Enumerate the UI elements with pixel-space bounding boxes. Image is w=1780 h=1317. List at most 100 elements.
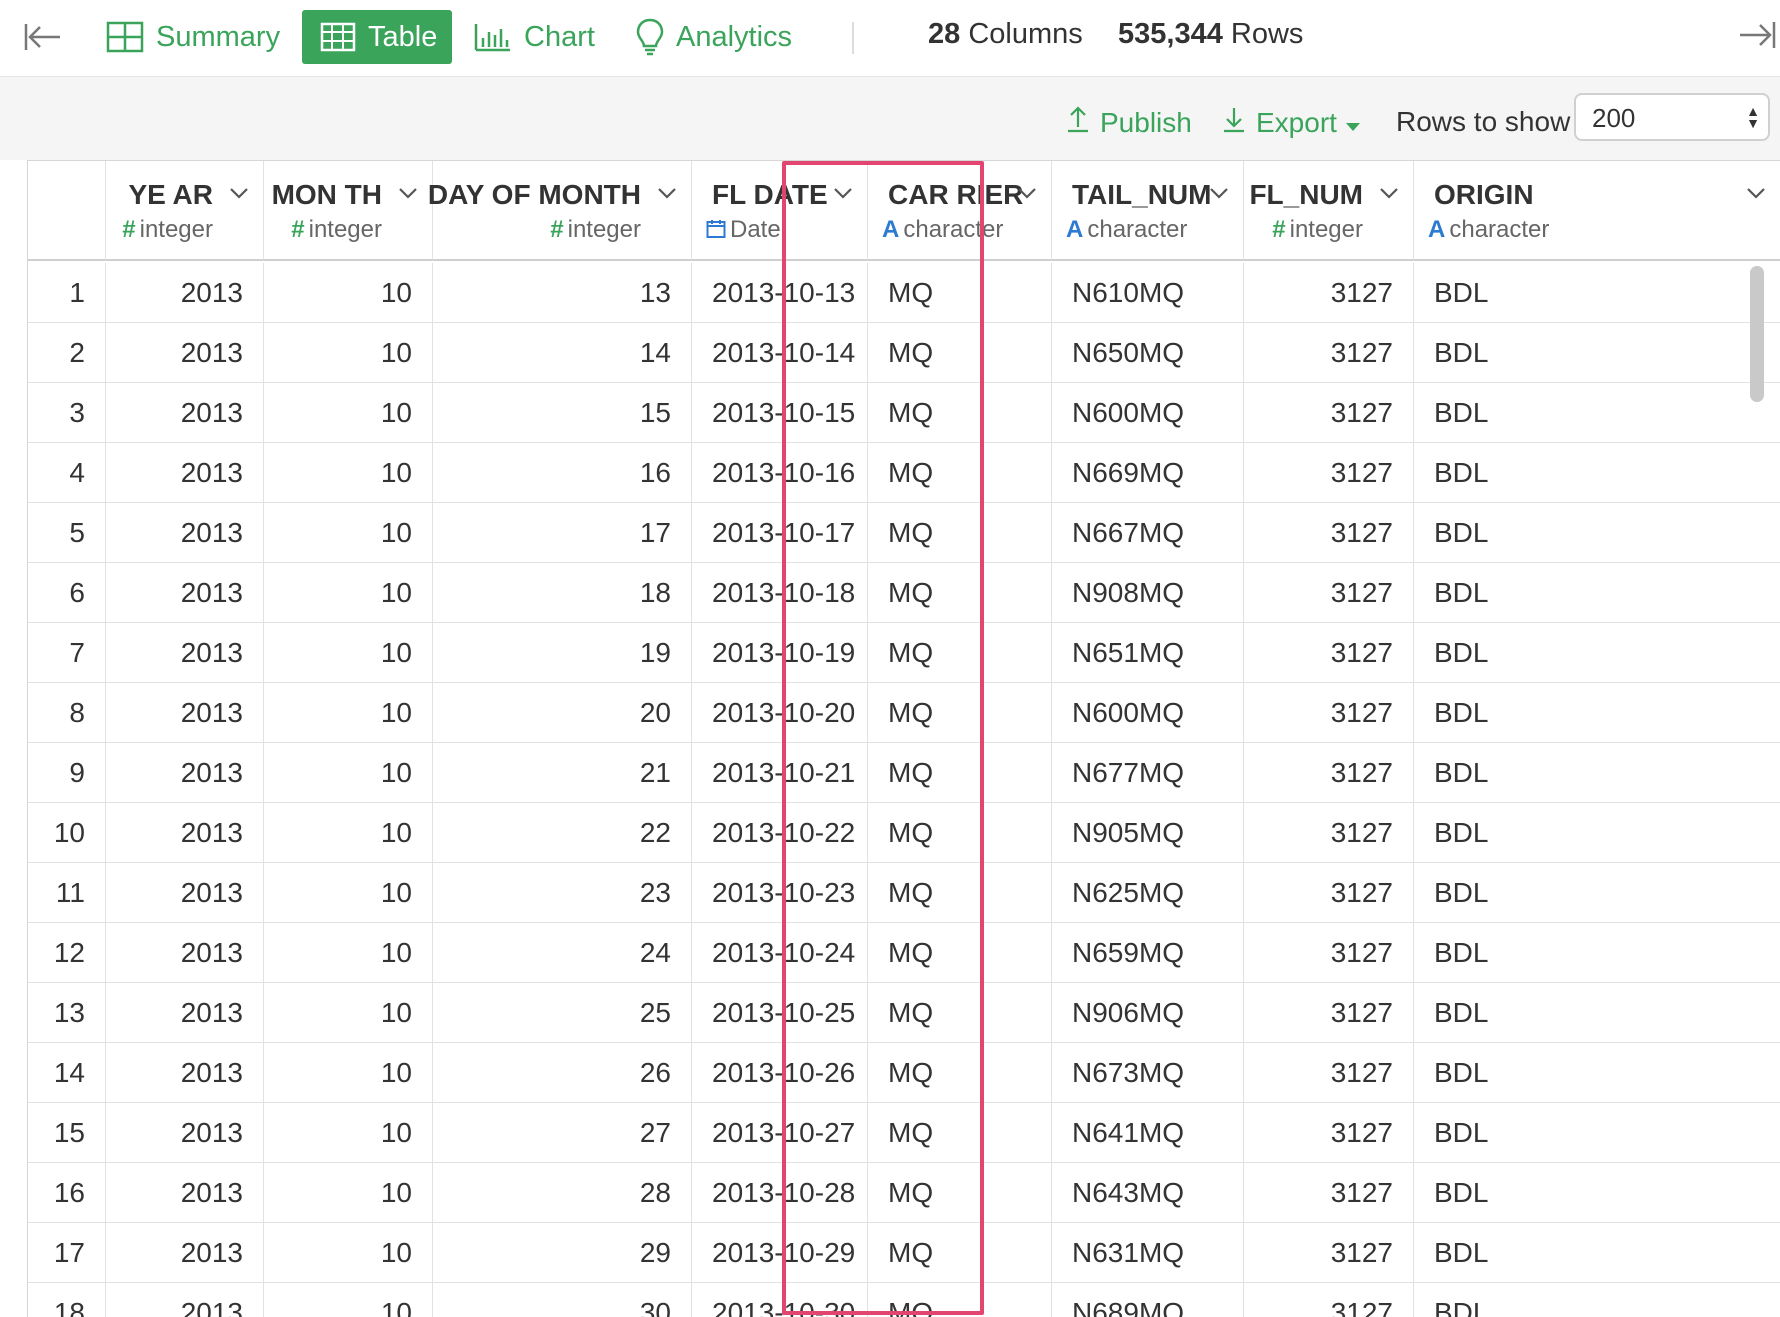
tab-table[interactable]: Table — [302, 10, 452, 64]
table-cell[interactable]: 2013-10-19 — [692, 623, 868, 683]
table-cell[interactable]: N600MQ — [1052, 683, 1244, 743]
table-cell[interactable]: 21 — [433, 743, 692, 803]
table-cell[interactable]: 2013-10-23 — [692, 863, 868, 923]
table-cell[interactable]: 10 — [264, 1103, 433, 1163]
table-row[interactable]: 11 2013 10 23 2013-10-23 MQ N625MQ 3127 BDL — [28, 863, 1780, 923]
table-cell[interactable]: MQ — [868, 263, 1052, 323]
table-cell[interactable]: 10 — [264, 563, 433, 623]
table-cell[interactable]: MQ — [868, 503, 1052, 563]
table-row[interactable]: 13 2013 10 25 2013-10-25 MQ N906MQ 3127 BDL — [28, 983, 1780, 1043]
table-cell[interactable]: 2013 — [106, 803, 264, 863]
table-cell[interactable]: 3127 — [1244, 563, 1414, 623]
column-header[interactable]: MON TH # integer — [264, 161, 433, 261]
table-cell[interactable]: N673MQ — [1052, 1043, 1244, 1103]
tab-chart[interactable]: Chart — [474, 10, 595, 64]
table-row[interactable]: 16 2013 10 28 2013-10-28 MQ N643MQ 3127 BDL — [28, 1163, 1780, 1223]
table-cell[interactable]: 2013 — [106, 563, 264, 623]
chevron-down-icon[interactable] — [1746, 187, 1766, 199]
table-row[interactable]: 14 2013 10 26 2013-10-26 MQ N673MQ 3127 BDL — [28, 1043, 1780, 1103]
table-cell[interactable]: 27 — [433, 1103, 692, 1163]
table-row[interactable]: 18 2013 10 30 2013-10-30 MQ N689MQ 3127 BDL — [28, 1283, 1780, 1317]
table-cell[interactable]: MQ — [868, 323, 1052, 383]
table-cell[interactable]: N689MQ — [1052, 1283, 1244, 1317]
table-cell[interactable]: 29 — [433, 1223, 692, 1283]
table-cell[interactable]: MQ — [868, 1163, 1052, 1223]
table-cell[interactable]: 26 — [433, 1043, 692, 1103]
table-cell[interactable]: 17 — [433, 503, 692, 563]
table-cell[interactable]: 2013-10-26 — [692, 1043, 868, 1103]
table-cell[interactable]: 3127 — [1244, 683, 1414, 743]
table-cell[interactable]: 2013 — [106, 323, 264, 383]
table-row[interactable]: 7 2013 10 19 2013-10-19 MQ N651MQ 3127 BDL — [28, 623, 1780, 683]
table-cell[interactable]: BDL — [1414, 323, 1780, 383]
table-cell[interactable]: 2013-10-24 — [692, 923, 868, 983]
table-cell[interactable]: 2013 — [106, 1163, 264, 1223]
table-cell[interactable]: N625MQ — [1052, 863, 1244, 923]
table-cell[interactable]: 2013-10-17 — [692, 503, 868, 563]
table-cell[interactable]: 3127 — [1244, 443, 1414, 503]
table-cell[interactable]: 30 — [433, 1283, 692, 1317]
table-cell[interactable]: MQ — [868, 683, 1052, 743]
table-cell[interactable]: 3127 — [1244, 1043, 1414, 1103]
table-cell[interactable]: 13 — [433, 263, 692, 323]
table-cell[interactable]: 10 — [264, 923, 433, 983]
table-cell[interactable]: 2013-10-22 — [692, 803, 868, 863]
table-cell[interactable]: N651MQ — [1052, 623, 1244, 683]
table-cell[interactable]: 3127 — [1244, 863, 1414, 923]
table-cell[interactable]: MQ — [868, 863, 1052, 923]
table-cell[interactable]: 2013 — [106, 983, 264, 1043]
table-cell[interactable]: 2013-10-28 — [692, 1163, 868, 1223]
publish-button[interactable]: Publish — [1066, 105, 1192, 140]
table-cell[interactable]: N631MQ — [1052, 1223, 1244, 1283]
table-cell[interactable]: N641MQ — [1052, 1103, 1244, 1163]
table-cell[interactable]: BDL — [1414, 263, 1780, 323]
table-cell[interactable]: N659MQ — [1052, 923, 1244, 983]
table-row[interactable]: 12 2013 10 24 2013-10-24 MQ N659MQ 3127 BDL — [28, 923, 1780, 983]
table-cell[interactable]: 15 — [433, 383, 692, 443]
table-cell[interactable]: BDL — [1414, 1163, 1780, 1223]
table-cell[interactable]: 19 — [433, 623, 692, 683]
table-cell[interactable]: MQ — [868, 623, 1052, 683]
table-cell[interactable]: N650MQ — [1052, 323, 1244, 383]
table-cell[interactable]: BDL — [1414, 1223, 1780, 1283]
table-cell[interactable]: 20 — [433, 683, 692, 743]
table-cell[interactable]: 10 — [264, 1223, 433, 1283]
table-cell[interactable]: BDL — [1414, 863, 1780, 923]
table-cell[interactable]: BDL — [1414, 1283, 1780, 1317]
table-cell[interactable]: 2013 — [106, 383, 264, 443]
table-cell[interactable]: 10 — [264, 1043, 433, 1103]
table-cell[interactable]: 2013 — [106, 1283, 264, 1317]
table-cell[interactable]: 10 — [264, 383, 433, 443]
chevron-down-icon[interactable] — [229, 187, 249, 199]
table-cell[interactable]: 2013-10-21 — [692, 743, 868, 803]
table-cell[interactable]: 3127 — [1244, 1103, 1414, 1163]
table-cell[interactable]: 2013 — [106, 923, 264, 983]
table-cell[interactable]: MQ — [868, 1043, 1052, 1103]
table-cell[interactable]: 10 — [264, 683, 433, 743]
table-cell[interactable]: 10 — [264, 743, 433, 803]
table-cell[interactable]: 2013 — [106, 263, 264, 323]
table-cell[interactable]: 2013-10-29 — [692, 1223, 868, 1283]
table-cell[interactable]: 2013 — [106, 623, 264, 683]
table-cell[interactable]: 3127 — [1244, 803, 1414, 863]
table-cell[interactable]: N610MQ — [1052, 263, 1244, 323]
table-cell[interactable]: MQ — [868, 743, 1052, 803]
table-cell[interactable]: 2013 — [106, 443, 264, 503]
table-cell[interactable]: MQ — [868, 1283, 1052, 1317]
table-cell[interactable]: 10 — [264, 443, 433, 503]
collapse-right-icon[interactable] — [1738, 20, 1776, 55]
column-header[interactable]: FL_NUM # integer — [1244, 161, 1414, 261]
table-cell[interactable]: 2013-10-16 — [692, 443, 868, 503]
table-cell[interactable]: 3127 — [1244, 1163, 1414, 1223]
column-header[interactable]: DAY OF MONTH # integer — [428, 161, 692, 261]
table-cell[interactable]: 10 — [264, 323, 433, 383]
table-cell[interactable]: 2013-10-27 — [692, 1103, 868, 1163]
table-cell[interactable]: 25 — [433, 983, 692, 1043]
table-cell[interactable]: 3127 — [1244, 503, 1414, 563]
table-cell[interactable]: 2013 — [106, 863, 264, 923]
table-row[interactable]: 3 2013 10 15 2013-10-15 MQ N600MQ 3127 BDL — [28, 383, 1780, 443]
table-row[interactable]: 5 2013 10 17 2013-10-17 MQ N667MQ 3127 BDL — [28, 503, 1780, 563]
table-cell[interactable]: 3127 — [1244, 1283, 1414, 1317]
table-row[interactable]: 9 2013 10 21 2013-10-21 MQ N677MQ 3127 BDL — [28, 743, 1780, 803]
table-cell[interactable]: MQ — [868, 803, 1052, 863]
